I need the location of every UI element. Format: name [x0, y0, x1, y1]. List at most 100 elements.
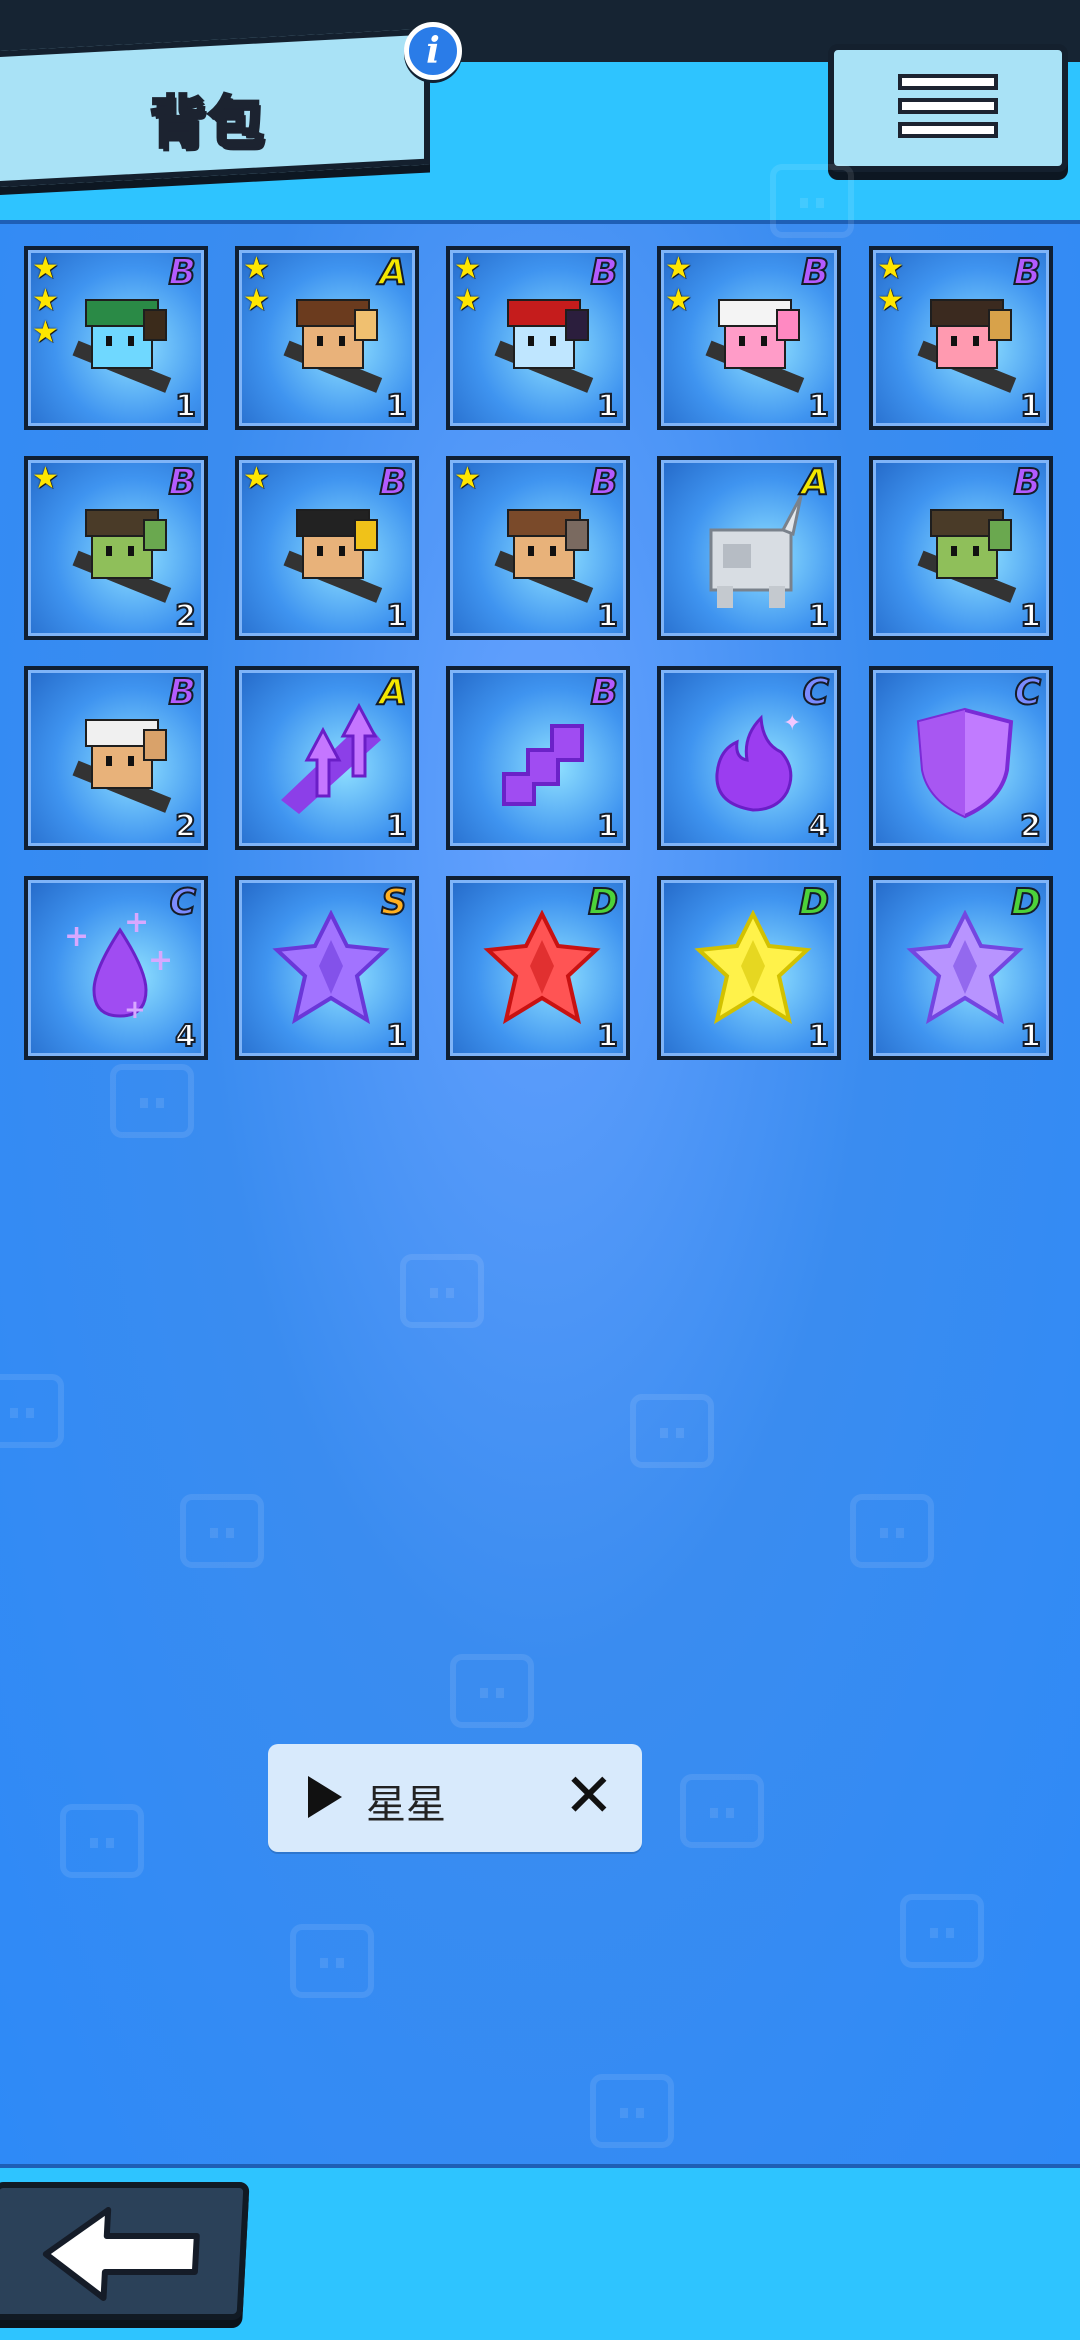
inventory-slot-yellow-star-gem[interactable]: D1 — [657, 876, 841, 1060]
page-title: 背包 — [149, 90, 266, 158]
grade-badge: B — [379, 461, 408, 504]
filter-chip[interactable]: 星星 ✕ — [268, 1744, 642, 1852]
inventory-slot-purple-star-gem[interactable]: S1 — [235, 876, 419, 1060]
grade-badge: A — [800, 461, 830, 504]
background-pattern-icon — [450, 1654, 534, 1728]
star-rating: ★ ★ — [877, 254, 904, 316]
pink-cat-swordsman-icon — [705, 299, 805, 393]
grade-badge: D — [587, 881, 619, 924]
yellow-star-gem-icon — [694, 910, 812, 1025]
inventory-slot-brown-hair-swordsman[interactable]: ★ ★ A 1 — [235, 246, 419, 430]
grade-badge: C — [802, 671, 830, 714]
inventory-slot-purple-staircase[interactable]: B1 — [446, 666, 630, 850]
inventory-slot-green-face-hat-scout-2[interactable]: B1 — [869, 456, 1053, 640]
star-icon: ★ — [877, 251, 904, 286]
star-icon: ★ — [32, 251, 59, 286]
star-rating: ★ ★ — [243, 254, 270, 316]
background-pattern-icon — [400, 1254, 484, 1328]
item-count: 4 — [807, 808, 830, 845]
grade-badge: A — [378, 671, 408, 714]
grade-badge: B — [168, 461, 197, 504]
item-count: 2 — [174, 598, 197, 635]
background-pattern-icon — [630, 1394, 714, 1468]
star-rating: ★ — [243, 464, 270, 494]
grade-badge: D — [1010, 881, 1042, 924]
item-count: 1 — [174, 388, 197, 425]
red-star-gem-icon — [483, 910, 601, 1025]
green-helmet-gunner-icon — [72, 299, 172, 393]
purple-flame-icon: ✦ — [715, 711, 801, 812]
star-icon: ★ — [32, 283, 59, 318]
item-count: 1 — [1019, 1018, 1042, 1055]
grade-badge: C — [169, 881, 197, 924]
item-count: 1 — [807, 1018, 830, 1055]
grade-badge: B — [801, 251, 830, 294]
background-pattern-icon — [180, 1494, 264, 1568]
background-pattern-icon — [0, 1374, 64, 1448]
svg-text:✦: ✦ — [783, 711, 801, 736]
purple-staircase-icon — [502, 724, 584, 806]
back-button[interactable] — [0, 2182, 250, 2320]
inventory-slot-white-unicorn-mech[interactable]: A1 — [657, 456, 841, 640]
inventory-slot-yellow-helmet-spearman[interactable]: ★ B 1 — [235, 456, 419, 640]
grade-badge: B — [168, 251, 197, 294]
inventory-slot-red-star-gem[interactable]: D1 — [446, 876, 630, 1060]
background-pattern-icon — [60, 1804, 144, 1878]
grade-badge: B — [590, 251, 619, 294]
filter-chip-label: 星星 — [366, 1782, 446, 1828]
info-button[interactable]: i — [404, 22, 462, 80]
horned-axe-warrior-icon — [494, 509, 594, 603]
item-count: 1 — [385, 1018, 408, 1055]
star-rating: ★ ★ ★ — [32, 254, 59, 348]
svg-text:+: + — [124, 995, 146, 1025]
item-count: 1 — [385, 388, 408, 425]
inventory-slot-gold-antler-warrior[interactable]: ★ ★ B 1 — [869, 246, 1053, 430]
star-icon: ★ — [665, 251, 692, 286]
brown-hair-swordsman-icon — [283, 299, 383, 393]
item-count: 1 — [1019, 598, 1042, 635]
green-face-hat-scout-icon — [72, 509, 172, 603]
star-icon: ★ — [243, 283, 270, 318]
star-icon: ★ — [32, 461, 59, 496]
background-pattern-icon — [770, 164, 854, 238]
item-count: 1 — [596, 598, 619, 635]
item-count: 4 — [174, 1018, 197, 1055]
inventory-slot-green-face-hat-scout[interactable]: ★ B 2 — [24, 456, 208, 640]
star-icon: ★ — [454, 283, 481, 318]
grade-badge: B — [168, 671, 197, 714]
star-icon: ★ — [243, 461, 270, 496]
back-arrow-icon — [42, 2207, 200, 2301]
inventory-slot-violet-star-gem[interactable]: D1 — [869, 876, 1053, 1060]
star-icon: ★ — [454, 461, 481, 496]
item-count: 1 — [385, 808, 408, 845]
svg-text:+: + — [124, 910, 149, 940]
yellow-helmet-spearman-icon — [283, 509, 383, 603]
close-icon[interactable]: ✕ — [564, 1760, 614, 1832]
grade-badge: C — [1014, 671, 1042, 714]
inventory-slot-purple-double-arrow[interactable]: A1 — [235, 666, 419, 850]
star-icon: ★ — [243, 251, 270, 286]
background-pattern-icon — [850, 1494, 934, 1568]
star-rating: ★ ★ — [454, 254, 481, 316]
inventory-slot-green-helmet-gunner[interactable]: ★ ★ ★ B 1 — [24, 246, 208, 430]
inventory-slot-purple-shield[interactable]: C2 — [869, 666, 1053, 850]
star-rating: ★ ★ — [665, 254, 692, 316]
item-count: 1 — [1019, 388, 1042, 425]
star-rating: ★ — [454, 464, 481, 494]
inventory-slot-purple-flame[interactable]: ✦ C 4 — [657, 666, 841, 850]
inventory-slot-pink-cat-swordsman[interactable]: ★ ★ B 1 — [657, 246, 841, 430]
inventory-slot-winged-helmet-swordsman[interactable]: B2 — [24, 666, 208, 850]
hamburger-menu-icon — [898, 74, 998, 90]
grade-badge: B — [590, 671, 619, 714]
purple-double-arrow-icon — [281, 702, 381, 814]
violet-star-gem-icon — [906, 910, 1024, 1025]
grade-badge: A — [378, 251, 408, 294]
inventory-slot-purple-droplet-plus[interactable]: + + + + C 4 — [24, 876, 208, 1060]
item-count: 1 — [596, 808, 619, 845]
inventory-slot-red-hair-mage[interactable]: ★ ★ B 1 — [446, 246, 630, 430]
inventory-slot-horned-axe-warrior[interactable]: ★ B 1 — [446, 456, 630, 640]
star-rating: ★ — [32, 464, 59, 494]
menu-button[interactable] — [828, 44, 1068, 172]
play-icon[interactable] — [308, 1776, 342, 1818]
item-count: 1 — [807, 388, 830, 425]
